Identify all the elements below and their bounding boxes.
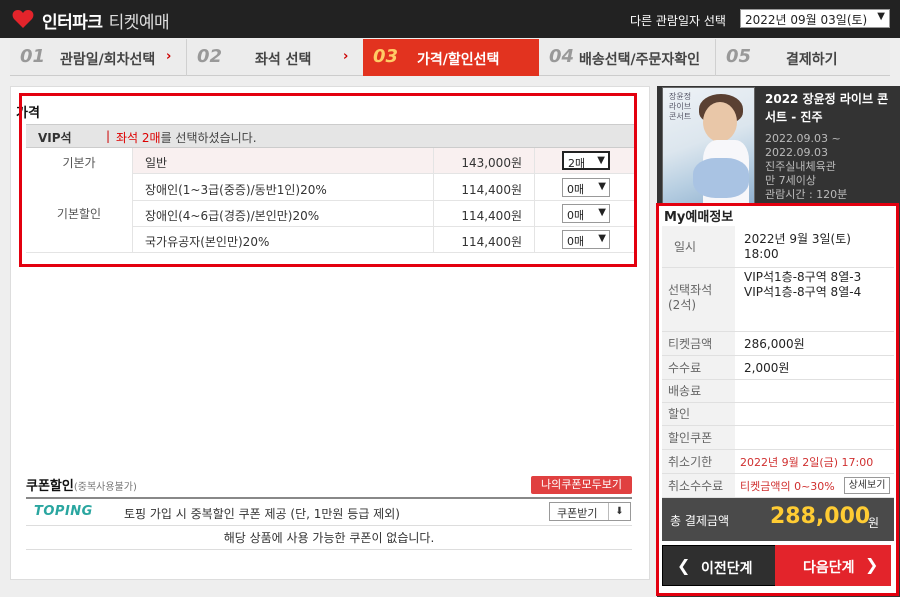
poster-text: 장윤정 라이브 콘서트 <box>669 92 692 121</box>
step-number: 02 <box>197 46 223 67</box>
show-title: 2022 장윤정 라이브 콘서트 - 진주 <box>765 92 889 124</box>
get-coupon-label: 쿠폰받기 <box>557 507 598 520</box>
toping-logo: TOPING <box>34 504 93 519</box>
coupon-row: TOPING 토핑 가입 시 중복할인 쿠폰 제공 (단, 1만원 등급 제외)… <box>26 499 632 526</box>
step-1[interactable]: 01 관람일/회차선택 › <box>10 39 186 76</box>
coupon-description: 토핑 가입 시 중복할인 쿠폰 제공 (단, 1만원 등급 제외) <box>124 507 400 521</box>
date-select-label: 다른 관람일자 선택 <box>630 14 726 28</box>
step-number: 01 <box>20 46 46 67</box>
booking-highlight-box <box>656 203 899 596</box>
step-number: 04 <box>549 46 575 67</box>
view-all-coupons-button[interactable]: 나의쿠폰모두보기 <box>531 476 632 494</box>
date-select[interactable]: 2022년 09월 03일(토) ▼ <box>740 9 890 28</box>
coupon-title-text: 쿠폰할인 <box>26 479 74 494</box>
date-select-value: 2022년 09월 03일(토) <box>745 13 868 27</box>
show-duration: 관람시간 : 120분 <box>765 188 848 201</box>
show-info: 2022.09.03 ~ 2022.09.03 진주실내체육관 만 7세이상 관… <box>765 132 895 204</box>
step-2[interactable]: 02 좌석 선택 › <box>187 39 363 76</box>
price-highlight-box <box>19 93 637 267</box>
coupon-section-title: 쿠폰할인(중복사용불가) <box>26 475 137 494</box>
step-label: 가격/할인선택 <box>417 52 500 68</box>
header-bar: 인터파크 티켓예매 다른 관람일자 선택 2022년 09월 03일(토) ▼ <box>0 0 900 38</box>
step-navigation: 01 관람일/회차선택 › 02 좌석 선택 › 03 가격/할인선택 04 배… <box>10 39 890 76</box>
download-icon: ⬇ <box>608 503 630 520</box>
brand-name: 인터파크 <box>42 13 103 33</box>
chevron-right-icon: › <box>166 49 172 64</box>
step-number: 05 <box>726 46 752 67</box>
heart-logo-icon <box>12 10 34 28</box>
show-period-start: 2022.09.03 ~ <box>765 132 841 145</box>
step-5[interactable]: 05 결제하기 <box>716 39 890 76</box>
step-label: 관람일/회차선택 <box>60 52 156 68</box>
poster-face <box>703 102 737 142</box>
chevron-right-icon: › <box>343 49 349 64</box>
get-coupon-button[interactable]: 쿠폰받기 ⬇ <box>549 502 631 521</box>
show-age-limit: 만 7세이상 <box>765 174 816 187</box>
step-label: 좌석 선택 <box>255 52 312 68</box>
chevron-down-icon: ▼ <box>877 11 885 22</box>
step-label: 배송선택/주문자확인 <box>579 52 701 68</box>
no-coupon-message: 해당 상품에 사용 가능한 쿠폰이 없습니다. <box>26 526 632 550</box>
show-venue: 진주실내체육관 <box>765 160 836 173</box>
show-period-end: 2022.09.03 <box>765 146 828 159</box>
coupon-subtitle: (중복사용불가) <box>73 482 137 493</box>
step-4[interactable]: 04 배송선택/주문자확인 <box>539 39 715 76</box>
brand-sub: 티켓예매 <box>108 13 170 33</box>
step-3-active[interactable]: 03 가격/할인선택 <box>363 39 539 76</box>
brand-logo[interactable]: 인터파크 티켓예매 <box>42 8 170 33</box>
step-number: 03 <box>373 46 399 67</box>
step-label: 결제하기 <box>786 52 838 68</box>
poster-flowers <box>693 158 749 198</box>
show-poster[interactable]: 장윤정 라이브 콘서트 <box>662 87 755 205</box>
